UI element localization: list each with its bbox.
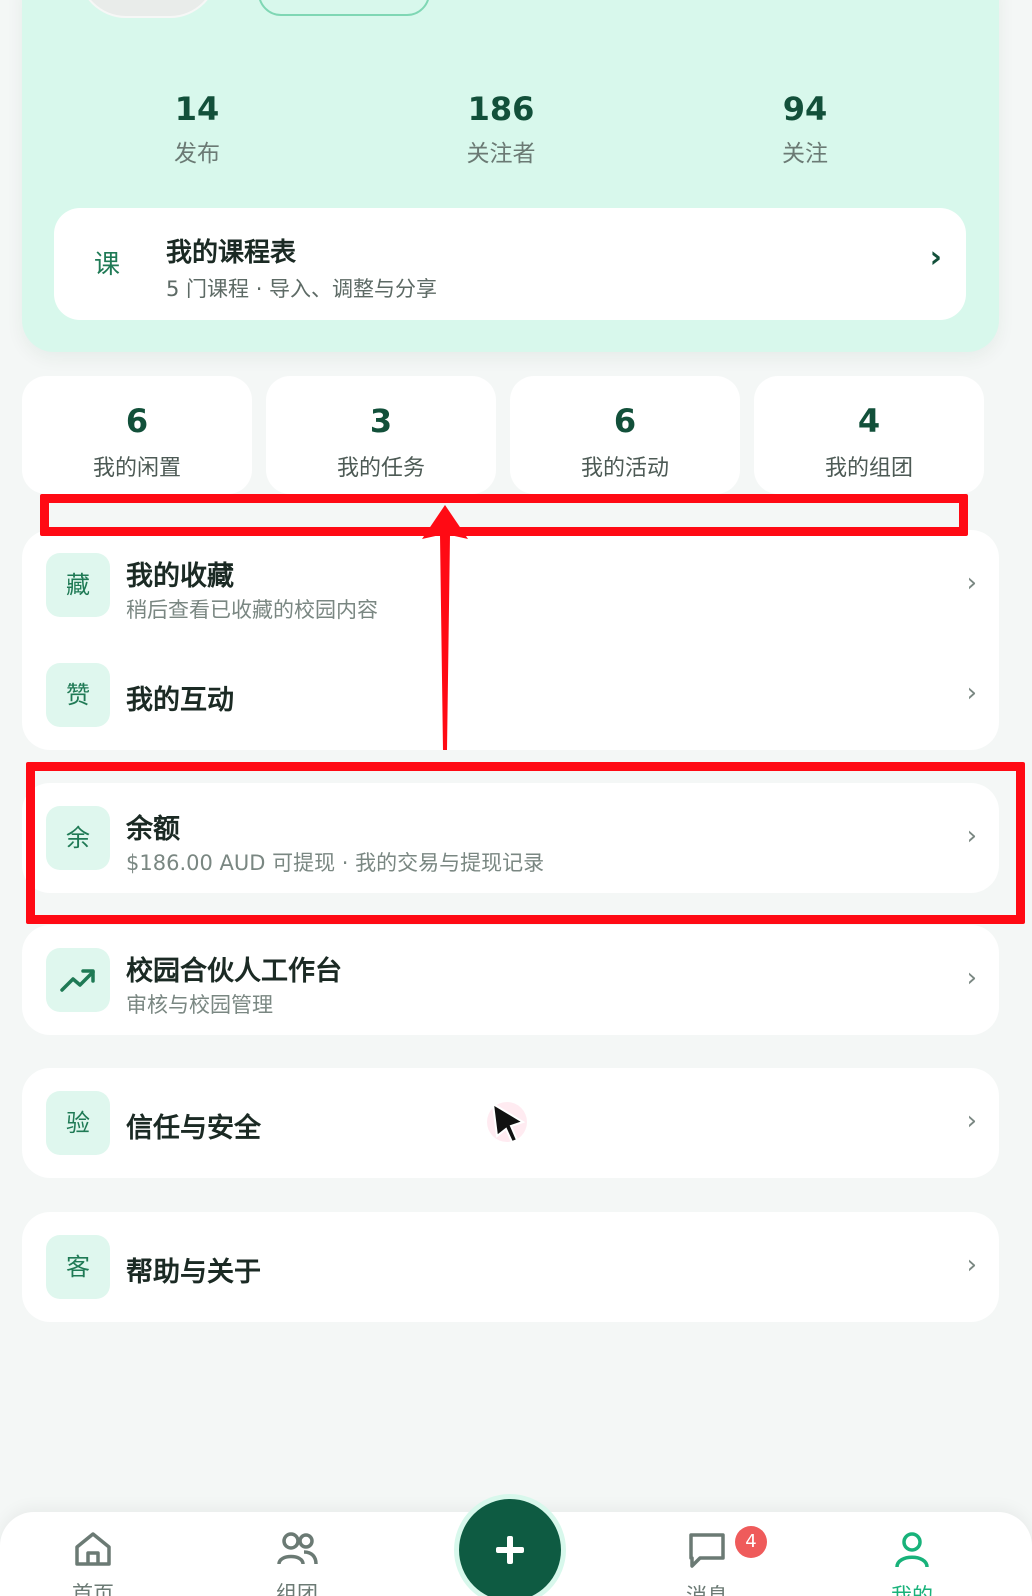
chevron-right-icon: ›	[929, 240, 942, 275]
quick-value: 6	[613, 402, 637, 440]
menu-item-subtitle: 审核与校园管理	[126, 993, 273, 1017]
stat-value: 94	[782, 90, 828, 128]
favorites-icon: 藏	[46, 553, 110, 617]
stat-following[interactable]: 94 关注	[725, 90, 885, 168]
quick-label: 我的闲置	[92, 456, 181, 481]
message-icon	[689, 1533, 725, 1568]
quick-value: 6	[125, 402, 149, 440]
tab-home[interactable]: 首页	[38, 1530, 148, 1596]
plus-icon-stroke	[507, 1536, 513, 1564]
verify-icon: 验	[46, 1091, 110, 1155]
tab-label: 首页	[72, 1582, 114, 1596]
home-icon	[75, 1532, 111, 1566]
menu-item-subtitle: 稍后查看已收藏的校园内容	[126, 598, 378, 622]
quick-label: 我的组团	[824, 456, 913, 481]
menu-item-title: 校园合伙人工作台	[126, 956, 342, 987]
tab-label: 我的	[891, 1584, 933, 1596]
course-title: 我的课程表	[166, 238, 297, 268]
quick-stats: 6 我的闲置 3 我的任务 6 我的活动 4 我的组团	[22, 376, 999, 494]
menu-item-title: 帮助与关于	[126, 1257, 261, 1288]
stat-value: 186	[467, 90, 535, 128]
stat-label: 发布	[174, 141, 220, 167]
quick-card-groups[interactable]: 4 我的组团	[754, 376, 984, 494]
tab-label: 组团	[276, 1582, 318, 1596]
menu-item-title: 我的收藏	[126, 561, 234, 592]
chevron-right-icon: ›	[966, 568, 977, 598]
profile-icon	[895, 1532, 929, 1568]
menu-group-partner: 校园合伙人工作台 审核与校园管理 ›	[22, 925, 999, 1035]
quick-card-tasks[interactable]: 3 我的任务	[266, 376, 496, 494]
course-icon: 课	[94, 250, 121, 280]
quick-value: 3	[369, 402, 393, 440]
tab-label: 消息	[686, 1584, 728, 1596]
quick-label: 我的任务	[336, 456, 425, 481]
course-subtitle: 5 门课程 · 导入、调整与分享	[166, 277, 438, 301]
tab-group[interactable]: 组团	[242, 1530, 352, 1596]
annotation-arrow	[422, 505, 468, 750]
stat-label: 关注	[782, 141, 828, 167]
trending-up-icon	[46, 948, 110, 1012]
menu-item-interactions[interactable]: 赞 我的互动 ›	[22, 640, 999, 750]
menu-item-favorites[interactable]: 藏 我的收藏 稍后查看已收藏的校园内容 ›	[22, 530, 999, 640]
profile-page: + 校园合伙人 14 发布 186 关注者 94 关注 课 我的课程表 5 门课…	[0, 0, 1032, 1596]
menu-item-help-about[interactable]: 客 帮助与关于 ›	[22, 1212, 999, 1322]
course-schedule-card[interactable]: 课 我的课程表 5 门课程 · 导入、调整与分享 ›	[54, 208, 966, 320]
profile-stats: 14 发布 186 关注者 94 关注	[0, 90, 1032, 170]
stat-followers[interactable]: 186 关注者	[421, 90, 581, 168]
menu-group-help: 客 帮助与关于 ›	[22, 1212, 999, 1322]
message-badge: 4	[735, 1526, 767, 1558]
mouse-cursor-icon	[487, 1102, 527, 1144]
campus-partner-pill[interactable]: + 校园合伙人	[258, 0, 430, 16]
support-icon: 客	[46, 1235, 110, 1299]
chevron-right-icon: ›	[966, 678, 977, 708]
like-icon: 赞	[46, 663, 110, 727]
chevron-right-icon: ›	[966, 1250, 977, 1280]
menu-item-title: 我的互动	[126, 685, 234, 716]
compose-button[interactable]	[454, 1494, 566, 1596]
group-icon	[277, 1532, 318, 1565]
quick-value: 4	[857, 402, 881, 440]
annotation-highlight-box	[40, 494, 968, 536]
stat-label: 关注者	[466, 141, 536, 167]
menu-item-title: 信任与安全	[126, 1113, 261, 1144]
tab-profile[interactable]: 我的	[857, 1530, 967, 1596]
annotation-highlight-box	[26, 762, 1025, 924]
quick-label: 我的活动	[580, 456, 669, 481]
quick-card-idle[interactable]: 6 我的闲置	[22, 376, 252, 494]
chevron-right-icon: ›	[966, 1106, 977, 1136]
menu-item-partner-console[interactable]: 校园合伙人工作台 审核与校园管理 ›	[22, 925, 999, 1035]
stat-value: 14	[174, 90, 220, 128]
menu-group-content: 藏 我的收藏 稍后查看已收藏的校园内容 › 赞 我的互动 ›	[22, 530, 999, 750]
chevron-right-icon: ›	[966, 963, 977, 993]
quick-card-activities[interactable]: 6 我的活动	[510, 376, 740, 494]
stat-posts[interactable]: 14 发布	[117, 90, 277, 168]
